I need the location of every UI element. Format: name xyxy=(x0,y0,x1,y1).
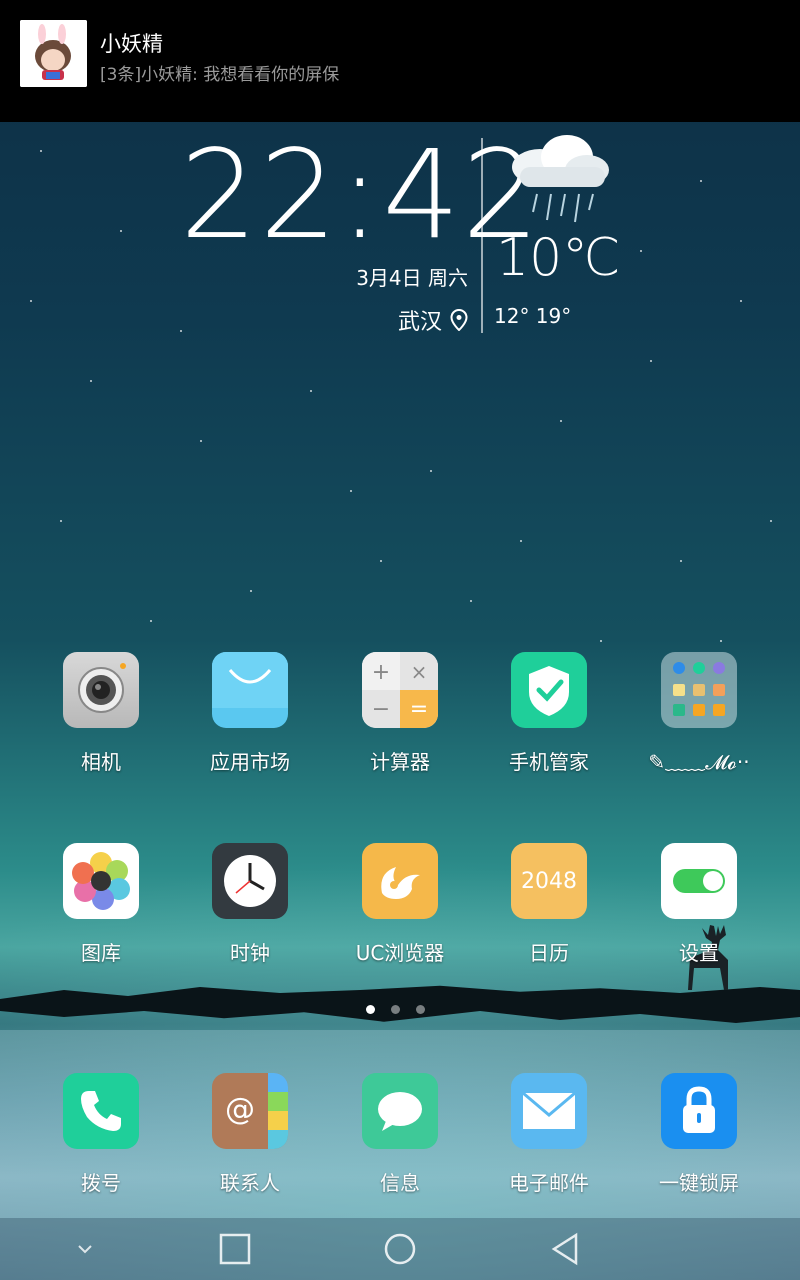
navigation-bar xyxy=(0,1218,800,1280)
dock-dialer[interactable]: 拨号 xyxy=(26,1073,176,1196)
rain-cloud-icon[interactable] xyxy=(505,132,615,232)
app-label: UC浏览器 xyxy=(355,941,445,965)
svg-text:×: × xyxy=(411,660,428,684)
dock-lock-screen[interactable]: 一键锁屏 xyxy=(624,1073,774,1196)
app-label: 图库 xyxy=(81,941,121,965)
app-label: 日历 xyxy=(529,941,569,965)
clock-icon xyxy=(212,843,288,919)
back-button[interactable] xyxy=(548,1232,582,1266)
app-label: 手机管家 xyxy=(509,750,589,774)
svg-text:−: − xyxy=(372,697,390,722)
app-label: 电子邮件 xyxy=(509,1171,589,1195)
app-label: 时钟 xyxy=(230,941,270,965)
app-label: 联系人 xyxy=(220,1171,280,1195)
svg-text:+: + xyxy=(372,660,390,685)
app-calculator[interactable]: + × − = 计算器 xyxy=(325,652,475,775)
settings-icon xyxy=(661,843,737,919)
app-phone-manager[interactable]: 手机管家 xyxy=(474,652,624,775)
uc-browser-icon xyxy=(362,843,438,919)
calendar-number: 2048 xyxy=(521,868,577,894)
page-dot xyxy=(416,1005,425,1014)
home-button[interactable] xyxy=(383,1232,417,1266)
notification-body: [3条]小妖精: 我想看看你的屏保 xyxy=(100,65,340,85)
app-label: 相机 xyxy=(81,750,121,774)
folder-icon xyxy=(661,652,737,728)
gallery-icon xyxy=(63,843,139,919)
calendar-icon: 2048 xyxy=(511,843,587,919)
app-label: 计算器 xyxy=(370,750,430,774)
dock-messages[interactable]: 信息 xyxy=(325,1073,475,1196)
clock-time[interactable]: 22:42 xyxy=(180,130,540,260)
app-market-icon xyxy=(212,652,288,728)
app-market[interactable]: 应用市场 xyxy=(175,652,325,775)
page-dot-active xyxy=(366,1005,375,1014)
page-dot xyxy=(391,1005,400,1014)
svg-text:=: = xyxy=(410,697,428,722)
phone-icon xyxy=(63,1073,139,1149)
avatar-icon xyxy=(20,20,87,87)
app-calendar[interactable]: 2048 日历 xyxy=(474,843,624,966)
widget-divider xyxy=(481,138,483,333)
app-clock[interactable]: 时钟 xyxy=(175,843,325,966)
messages-icon xyxy=(362,1073,438,1149)
recents-button[interactable] xyxy=(218,1232,252,1266)
notification-title: 小妖精 xyxy=(100,32,163,56)
clock-location[interactable]: 武汉 xyxy=(340,304,468,336)
weather-range: 12° 19° xyxy=(494,304,572,328)
chevron-down-icon[interactable] xyxy=(68,1232,102,1266)
app-label: 应用市场 xyxy=(210,750,290,774)
calculator-icon: + × − = xyxy=(362,652,438,728)
app-label: 信息 xyxy=(380,1171,420,1195)
email-icon xyxy=(511,1073,587,1149)
weather-temperature: 10℃ xyxy=(496,228,621,288)
app-label: 一键锁屏 xyxy=(659,1171,739,1195)
svg-text:@: @ xyxy=(225,1092,255,1127)
app-gallery[interactable]: 图库 xyxy=(26,843,176,966)
phone-manager-icon xyxy=(511,652,587,728)
clock-date: 3月4日 周六 xyxy=(356,266,468,290)
app-settings[interactable]: 设置 xyxy=(624,843,774,966)
city-label: 武汉 xyxy=(397,310,442,335)
avatar xyxy=(20,20,87,87)
app-camera[interactable]: 相机 xyxy=(26,652,176,775)
app-label: ✎﹏﹏𝓜𝓸·· xyxy=(648,750,750,774)
dock-email[interactable]: 电子邮件 xyxy=(474,1073,624,1196)
app-label: 设置 xyxy=(679,941,719,965)
location-pin-icon xyxy=(450,309,468,331)
app-folder[interactable]: ✎﹏﹏𝓜𝓸·· xyxy=(624,652,774,775)
contacts-icon: @ xyxy=(212,1073,288,1149)
app-label: 拨号 xyxy=(81,1171,121,1195)
app-uc-browser[interactable]: UC浏览器 xyxy=(325,843,475,966)
lock-icon xyxy=(661,1073,737,1149)
notification-banner[interactable]: 小妖精 [3条]小妖精: 我想看看你的屏保 xyxy=(0,0,800,122)
dock-contacts[interactable]: @ 联系人 xyxy=(175,1073,325,1196)
page-indicator xyxy=(366,1005,425,1014)
camera-icon xyxy=(63,652,139,728)
